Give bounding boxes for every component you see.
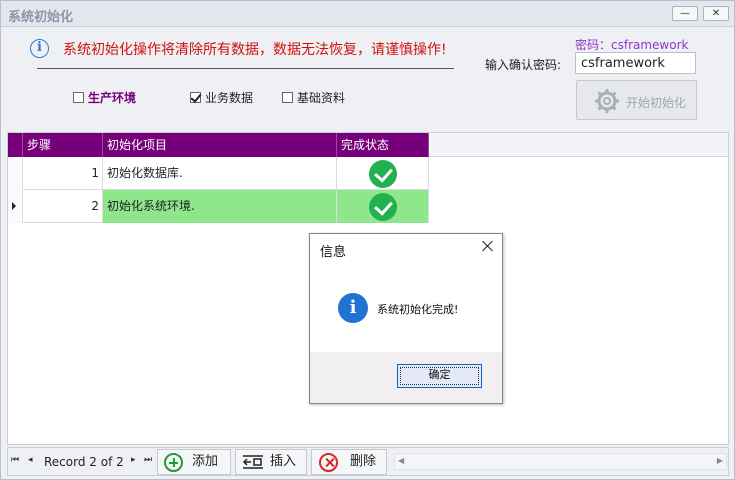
cell-item[interactable]: 初始化系统环境.: [103, 190, 337, 223]
row-indicator-header: [8, 133, 23, 157]
record-indicator: Record 2 of 2: [44, 455, 124, 469]
grid-navigator: ⏮ ◂ Record 2 of 2 ▸ ⏭ 添加 插入 删除 ◀ ▶: [7, 447, 729, 476]
checkbox-label: 基础资料: [297, 91, 346, 105]
column-header-item[interactable]: 初始化项目: [103, 133, 337, 157]
dialog-message: 系统初始化完成!: [377, 303, 459, 316]
horizontal-scrollbar[interactable]: ◀ ▶: [394, 453, 727, 470]
insert-label: 插入: [270, 454, 297, 469]
checkbox-box[interactable]: [190, 92, 201, 103]
info-icon: i: [30, 39, 49, 58]
checkbox-label: 业务数据: [205, 91, 254, 105]
check-circle-icon: [369, 193, 397, 221]
cell-status[interactable]: [337, 157, 429, 190]
check-circle-icon: [369, 160, 397, 188]
warning-divider: [37, 68, 454, 69]
next-record-button[interactable]: ▸: [131, 455, 136, 465]
first-record-button[interactable]: ⏮: [11, 455, 19, 465]
prev-record-button[interactable]: ◂: [28, 455, 33, 465]
start-init-label: 开始初始化: [626, 96, 687, 110]
table-row[interactable]: 1 初始化数据库.: [8, 157, 429, 190]
header-empty-area: [429, 133, 728, 157]
scroll-left-icon[interactable]: ◀: [398, 456, 404, 465]
row-indicator[interactable]: [8, 157, 23, 190]
add-label: 添加: [192, 454, 219, 469]
delete-label: 删除: [350, 454, 377, 469]
cell-item[interactable]: 初始化数据库.: [103, 157, 337, 190]
delete-circle-icon: [319, 453, 338, 472]
current-row-arrow-icon: [12, 202, 16, 210]
plus-circle-icon: [164, 453, 183, 472]
init-window: 系统初始化 — ✕ i 系统初始化操作将清除所有数据，数据无法恢复，请谨慎操作!…: [0, 0, 735, 480]
title-bar[interactable]: 系统初始化 — ✕: [1, 1, 734, 27]
checkbox-business-data[interactable]: 业务数据: [190, 89, 253, 106]
password-input[interactable]: [575, 52, 696, 74]
settings-panel: i 系统初始化操作将清除所有数据，数据无法恢复，请谨慎操作! 密码：csfram…: [7, 29, 729, 129]
checkbox-base-data[interactable]: 基础资料: [282, 89, 345, 106]
dialog-footer: 确定: [310, 352, 502, 403]
cell-step[interactable]: 2: [23, 190, 103, 223]
checkbox-production-env[interactable]: 生产环境: [73, 89, 136, 106]
delete-button[interactable]: 删除: [311, 449, 387, 475]
insert-row-icon: [242, 455, 263, 469]
warning-text: 系统初始化操作将清除所有数据，数据无法恢复，请谨慎操作!: [63, 42, 447, 58]
cell-status[interactable]: [337, 190, 429, 223]
cell-step[interactable]: 1: [23, 157, 103, 190]
column-header-status[interactable]: 完成状态: [337, 133, 429, 157]
gear-icon: [595, 89, 619, 113]
last-record-button[interactable]: ⏭: [144, 455, 152, 465]
insert-button[interactable]: 插入: [235, 449, 307, 475]
close-icon[interactable]: [480, 238, 496, 254]
info-icon: i: [338, 293, 368, 323]
ok-button[interactable]: 确定: [397, 364, 482, 388]
start-init-button[interactable]: 开始初始化: [576, 80, 697, 120]
minimize-button[interactable]: —: [672, 6, 698, 21]
column-header-step[interactable]: 步骤: [23, 133, 103, 157]
table-row[interactable]: 2 初始化系统环境.: [8, 190, 429, 223]
checkbox-label: 生产环境: [88, 91, 137, 105]
info-dialog: 信息 i 系统初始化完成! 确定: [309, 233, 503, 404]
password-label: 输入确认密码:: [485, 58, 562, 72]
close-window-button[interactable]: ✕: [703, 6, 729, 21]
add-button[interactable]: 添加: [157, 449, 231, 475]
password-hint: 密码：csframework: [575, 38, 689, 52]
scroll-right-icon[interactable]: ▶: [717, 456, 723, 465]
row-indicator[interactable]: [8, 190, 23, 223]
checkbox-box[interactable]: [282, 92, 293, 103]
window-title: 系统初始化: [8, 10, 74, 25]
dialog-title: 信息: [320, 245, 347, 260]
checkbox-box[interactable]: [73, 92, 84, 103]
